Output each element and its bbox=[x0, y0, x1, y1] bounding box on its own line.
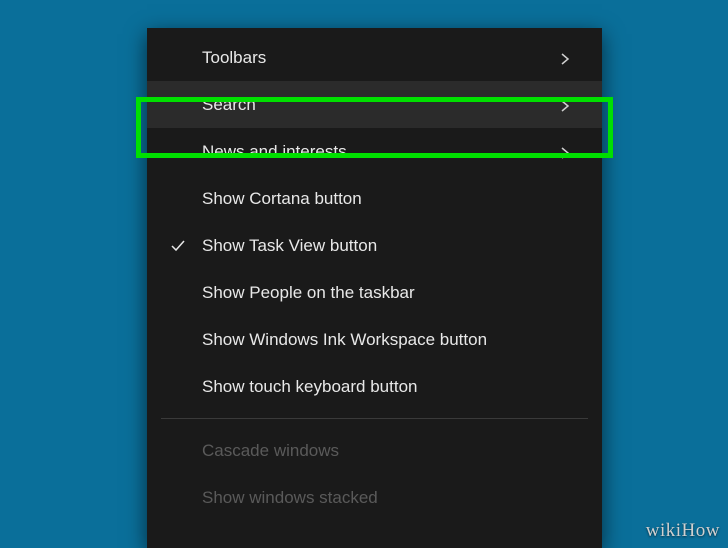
taskbar-context-menu: Toolbars Search News and interests Show … bbox=[147, 28, 602, 548]
menu-item-label: Show Cortana button bbox=[202, 189, 572, 209]
chevron-right-icon bbox=[558, 98, 572, 112]
menu-item-label: Show Task View button bbox=[202, 236, 572, 256]
watermark: wikiHow bbox=[646, 520, 720, 542]
menu-item-cascade-windows: Cascade windows bbox=[147, 427, 602, 474]
menu-item-label: Show People on the taskbar bbox=[202, 283, 572, 303]
menu-item-label: Show touch keyboard button bbox=[202, 377, 572, 397]
menu-item-show-stacked: Show windows stacked bbox=[147, 474, 602, 521]
menu-item-show-people[interactable]: Show People on the taskbar bbox=[147, 269, 602, 316]
menu-item-search[interactable]: Search bbox=[147, 81, 602, 128]
menu-item-show-ink-workspace[interactable]: Show Windows Ink Workspace button bbox=[147, 316, 602, 363]
menu-item-news-interests[interactable]: News and interests bbox=[147, 128, 602, 175]
menu-item-show-task-view[interactable]: Show Task View button bbox=[147, 222, 602, 269]
menu-item-label: Search bbox=[202, 95, 558, 115]
chevron-right-icon bbox=[558, 51, 572, 65]
chevron-right-icon bbox=[558, 145, 572, 159]
check-icon bbox=[169, 237, 187, 255]
menu-item-label: Cascade windows bbox=[202, 441, 572, 461]
menu-separator bbox=[161, 418, 588, 419]
menu-item-label: Toolbars bbox=[202, 48, 558, 68]
menu-item-show-cortana[interactable]: Show Cortana button bbox=[147, 175, 602, 222]
menu-item-show-touch-keyboard[interactable]: Show touch keyboard button bbox=[147, 363, 602, 410]
menu-item-toolbars[interactable]: Toolbars bbox=[147, 34, 602, 81]
menu-item-label: News and interests bbox=[202, 142, 558, 162]
menu-item-label: Show windows stacked bbox=[202, 488, 572, 508]
menu-item-label: Show Windows Ink Workspace button bbox=[202, 330, 572, 350]
